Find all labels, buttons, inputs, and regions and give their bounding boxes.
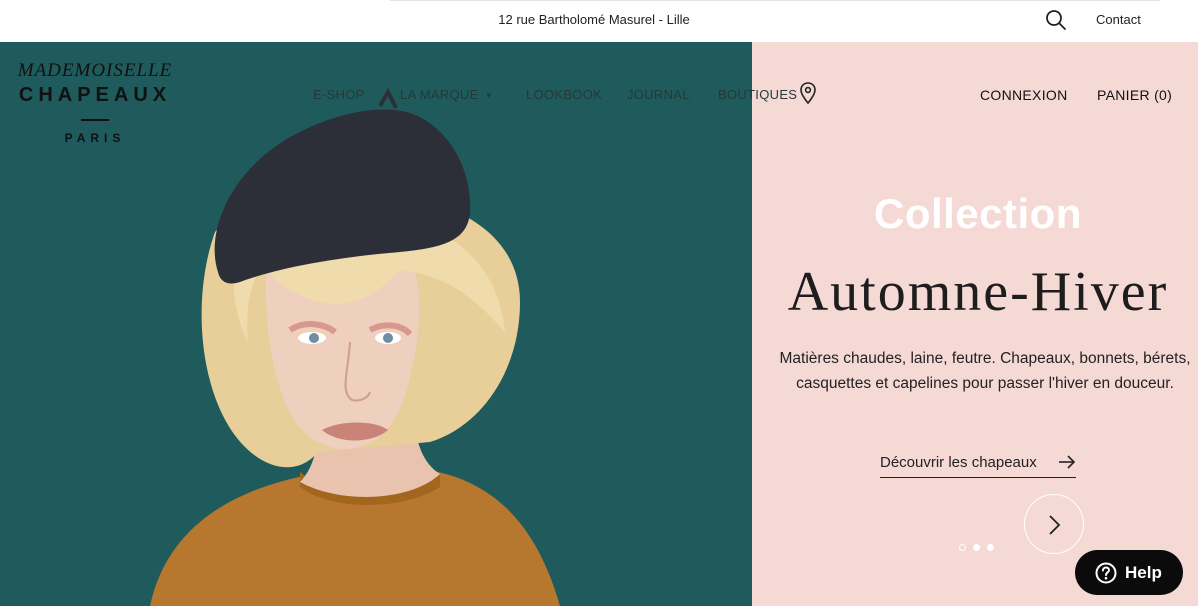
top-bar: 12 rue Bartholomé Masurel - Lille Contac… [0, 0, 1198, 42]
cart-link[interactable]: PANIER (0) [1097, 87, 1172, 103]
discover-hats-label: Découvrir les chapeaux [880, 454, 1037, 471]
main-navigation: E-SHOP LA MARQUE ▼ LOOKBOOK JOURNAL BOUTI… [0, 82, 1198, 107]
nav-item-marque[interactable]: LA MARQUE ▼ [400, 87, 493, 102]
slide-dot-2[interactable] [973, 544, 980, 551]
logo-text-top: MADEMOISELLE [17, 60, 173, 81]
login-link[interactable]: CONNEXION [980, 87, 1068, 103]
slide-dot-1[interactable] [959, 544, 966, 551]
search-icon[interactable] [1045, 9, 1067, 31]
nav-item-boutiques[interactable]: BOUTIQUES [718, 87, 797, 102]
arrow-right-icon [1059, 455, 1076, 469]
contact-link[interactable]: Contact [1096, 12, 1141, 27]
help-button[interactable]: Help [1075, 550, 1183, 595]
description-line-2: casquettes et capelines pour passer l'hi… [796, 375, 1174, 392]
slide-dot-3[interactable] [987, 544, 994, 551]
nav-item-journal[interactable]: JOURNAL [627, 87, 690, 102]
nav-item-eshop[interactable]: E-SHOP [313, 87, 365, 102]
logo-divider [81, 119, 109, 121]
location-pin-icon[interactable] [799, 82, 817, 104]
collection-description: Matières chaudes, laine, feutre. Chapeau… [762, 346, 1198, 396]
hero-banner: MADEMOISELLE CHAPEAUX PARIS E-SHOP LA MA… [0, 42, 1198, 606]
collection-heading: Collection [873, 190, 1082, 237]
store-address: 12 rue Bartholomé Masurel - Lille [498, 12, 690, 27]
discover-hats-link[interactable]: Découvrir les chapeaux [880, 452, 1076, 478]
season-heading: Automne-Hiver [787, 261, 1169, 323]
next-slide-button[interactable] [1024, 494, 1084, 554]
top-divider [390, 0, 1160, 1]
hero-text-panel [752, 42, 1198, 606]
nav-item-marque-label: LA MARQUE [400, 87, 479, 102]
help-label: Help [1125, 563, 1162, 582]
description-line-1: Matières chaudes, laine, feutre. Chapeau… [779, 350, 1191, 367]
nav-item-lookbook[interactable]: LOOKBOOK [526, 87, 602, 102]
caret-down-icon: ▼ [484, 91, 493, 101]
chevron-right-icon [1049, 515, 1061, 535]
question-mark-icon [1095, 562, 1117, 584]
logo-text-city: PARIS [64, 131, 126, 145]
